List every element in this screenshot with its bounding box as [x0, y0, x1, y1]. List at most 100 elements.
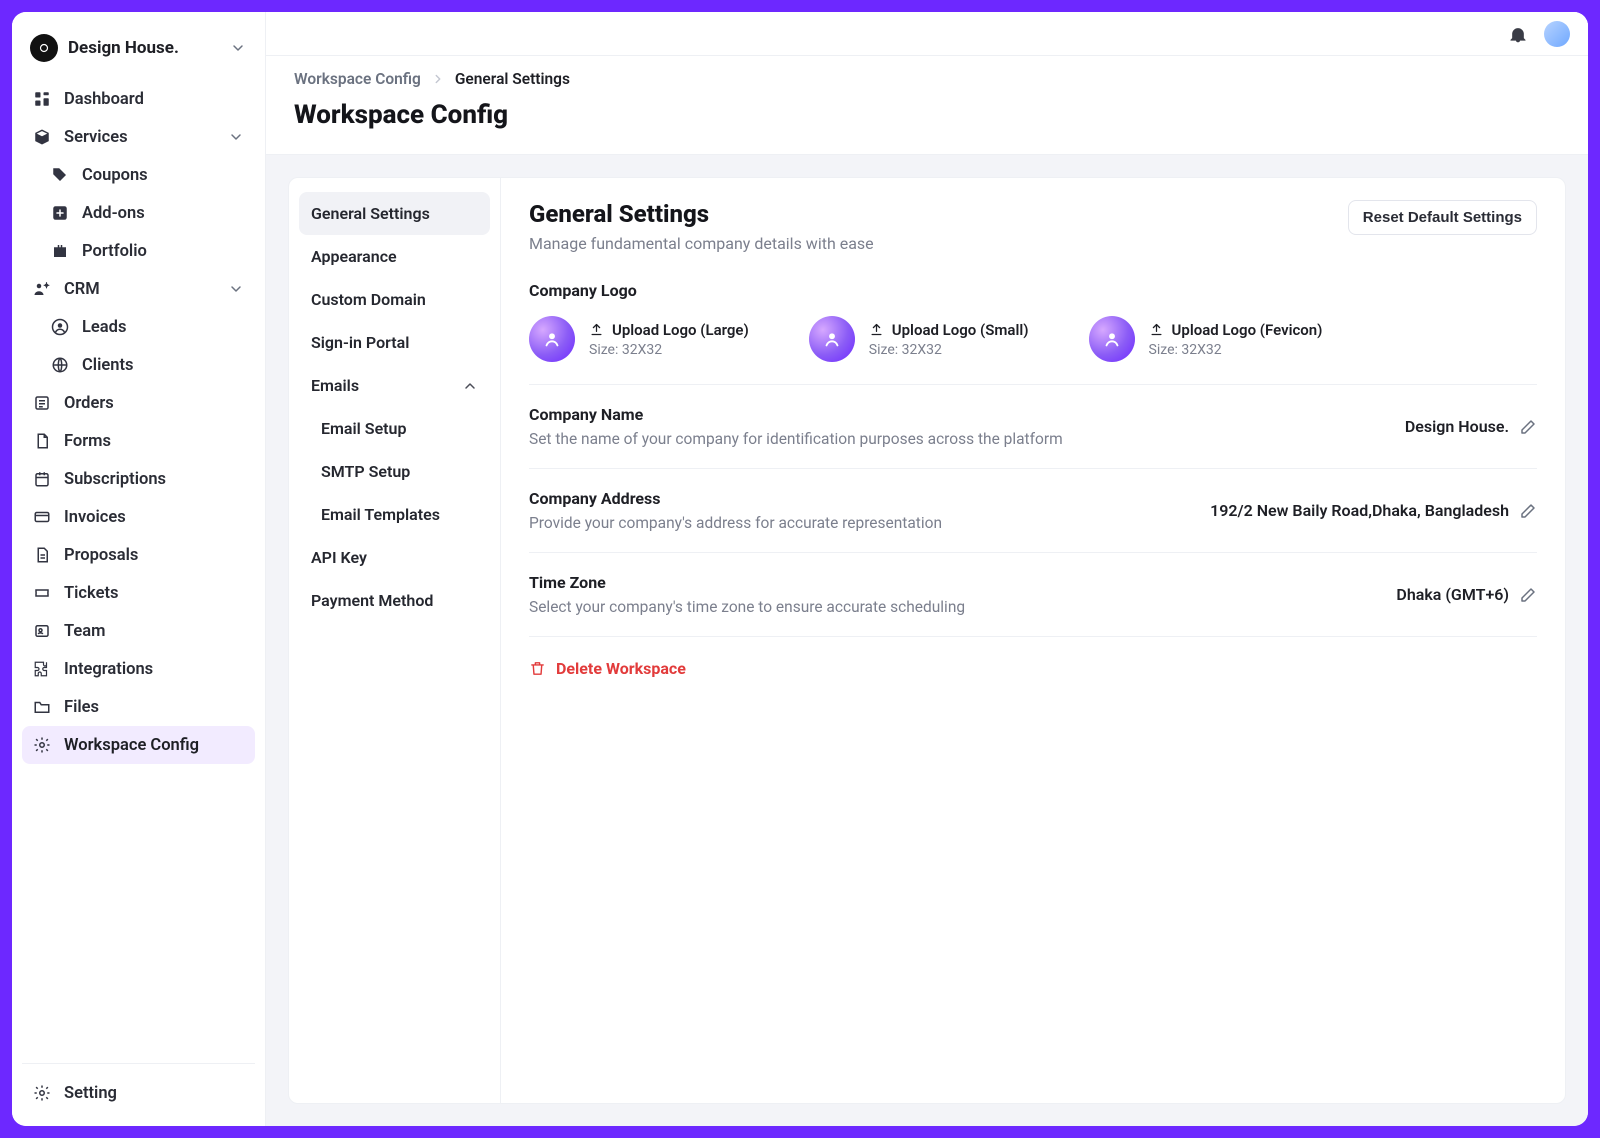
settings-panel: General Settings Appearance Custom Domai…: [288, 177, 1566, 1104]
tab-api-key[interactable]: API Key: [299, 536, 490, 579]
dashboard-icon: [32, 89, 52, 109]
settings-header: General Settings Manage fundamental comp…: [529, 200, 1537, 253]
sidebar-item-label: Clients: [82, 356, 133, 375]
tab-custom-domain[interactable]: Custom Domain: [299, 278, 490, 321]
tab-label: Emails: [311, 376, 359, 395]
sidebar-item-addons[interactable]: Add-ons: [22, 194, 255, 232]
sidebar-item-label: CRM: [64, 280, 100, 299]
plus-square-icon: [50, 203, 70, 223]
delete-workspace-button[interactable]: Delete Workspace: [529, 659, 1537, 678]
globe-icon: [50, 355, 70, 375]
sidebar-item-clients[interactable]: Clients: [22, 346, 255, 384]
field-company-name: Company Name Set the name of your compan…: [529, 385, 1537, 469]
edit-icon[interactable]: [1519, 502, 1537, 520]
upload-icon: [589, 322, 604, 337]
sidebar-item-crm[interactable]: CRM: [22, 270, 255, 308]
bell-icon[interactable]: [1508, 24, 1528, 44]
breadcrumb-current: General Settings: [455, 70, 570, 88]
settings-tabs: General Settings Appearance Custom Domai…: [289, 178, 501, 1103]
logo-size-label: Size: 32X32: [1149, 342, 1323, 358]
avatar[interactable]: [1544, 21, 1570, 47]
page-header: Workspace Config General Settings Worksp…: [266, 56, 1588, 155]
sidebar-item-files[interactable]: Files: [22, 688, 255, 726]
user-circle-icon: [50, 317, 70, 337]
sidebar-item-invoices[interactable]: Invoices: [22, 498, 255, 536]
reset-default-button[interactable]: Reset Default Settings: [1348, 200, 1537, 235]
logo-preview-icon: [529, 316, 575, 362]
section-company-logo: Company Logo Upload Logo (Large): [529, 281, 1537, 385]
tag-icon: [50, 165, 70, 185]
sidebar-item-orders[interactable]: Orders: [22, 384, 255, 422]
workspace-switcher[interactable]: Design House.: [22, 24, 255, 76]
tab-general-settings[interactable]: General Settings: [299, 192, 490, 235]
tab-label: Custom Domain: [311, 290, 426, 309]
tab-email-setup[interactable]: Email Setup: [299, 407, 490, 450]
edit-icon[interactable]: [1519, 586, 1537, 604]
sidebar-item-label: Integrations: [64, 660, 153, 679]
breadcrumb: Workspace Config General Settings: [294, 70, 1560, 88]
workspace-logo-icon: [30, 34, 58, 62]
trash-icon: [529, 660, 546, 677]
sidebar-item-forms[interactable]: Forms: [22, 422, 255, 460]
sidebar-item-setting[interactable]: Setting: [22, 1074, 255, 1112]
upload-logo-favicon-button[interactable]: Upload Logo (Fevicon): [1149, 321, 1323, 339]
tab-payment-method[interactable]: Payment Method: [299, 579, 490, 622]
field-description: Select your company's time zone to ensur…: [529, 598, 965, 616]
sidebar-item-label: Add-ons: [82, 204, 145, 223]
sidebar-item-coupons[interactable]: Coupons: [22, 156, 255, 194]
sidebar-item-team[interactable]: Team: [22, 612, 255, 650]
breadcrumb-item[interactable]: Workspace Config: [294, 70, 421, 88]
field-timezone: Time Zone Select your company's time zon…: [529, 553, 1537, 637]
upload-logo-small-button[interactable]: Upload Logo (Small): [869, 321, 1029, 339]
field-value: Dhaka (GMT+6): [1396, 585, 1509, 604]
tab-signin-portal[interactable]: Sign-in Portal: [299, 321, 490, 364]
users-gear-icon: [32, 279, 52, 299]
delete-workspace-label: Delete Workspace: [556, 659, 686, 678]
upload-icon: [1149, 322, 1164, 337]
sidebar-item-label: Tickets: [64, 584, 119, 603]
tab-email-templates[interactable]: Email Templates: [299, 493, 490, 536]
sidebar-item-proposals[interactable]: Proposals: [22, 536, 255, 574]
sidebar-item-label: Services: [64, 128, 128, 147]
sidebar-item-services[interactable]: Services: [22, 118, 255, 156]
field-description: Set the name of your company for identif…: [529, 430, 1063, 448]
ticket-icon: [32, 583, 52, 603]
tab-smtp-setup[interactable]: SMTP Setup: [299, 450, 490, 493]
field-description: Provide your company's address for accur…: [529, 514, 942, 532]
sidebar-item-subscriptions[interactable]: Subscriptions: [22, 460, 255, 498]
tab-label: Sign-in Portal: [311, 333, 409, 352]
sidebar-item-label: Dashboard: [64, 90, 144, 109]
sidebar-item-tickets[interactable]: Tickets: [22, 574, 255, 612]
chevron-down-icon: [227, 280, 245, 298]
sidebar-item-label: Forms: [64, 432, 111, 451]
box-icon: [32, 127, 52, 147]
sidebar-item-dashboard[interactable]: Dashboard: [22, 80, 255, 118]
upload-label: Upload Logo (Small): [892, 321, 1029, 339]
tab-appearance[interactable]: Appearance: [299, 235, 490, 278]
sidebar-item-label: Team: [64, 622, 105, 641]
tab-label: SMTP Setup: [321, 462, 410, 481]
chevron-down-icon: [227, 128, 245, 146]
field-value: Design House.: [1405, 417, 1509, 436]
sidebar-item-label: Workspace Config: [64, 736, 199, 755]
tab-label: Appearance: [311, 247, 397, 266]
main-column: Workspace Config General Settings Worksp…: [266, 12, 1588, 1126]
logo-upload-favicon: Upload Logo (Fevicon) Size: 32X32: [1089, 316, 1323, 362]
tab-label: Payment Method: [311, 591, 433, 610]
gear-icon: [32, 1083, 52, 1103]
sidebar-item-portfolio[interactable]: Portfolio: [22, 232, 255, 270]
field-company-address: Company Address Provide your company's a…: [529, 469, 1537, 553]
upload-icon: [869, 322, 884, 337]
edit-icon[interactable]: [1519, 418, 1537, 436]
list-icon: [32, 393, 52, 413]
logo-size-label: Size: 32X32: [589, 342, 749, 358]
chevron-right-icon: [431, 72, 445, 86]
sidebar-item-workspace-config[interactable]: Workspace Config: [22, 726, 255, 764]
sidebar-nav: Dashboard Services Coupons: [22, 76, 255, 1063]
sidebar-item-leads[interactable]: Leads: [22, 308, 255, 346]
gear-icon: [32, 735, 52, 755]
upload-logo-large-button[interactable]: Upload Logo (Large): [589, 321, 749, 339]
sidebar-item-integrations[interactable]: Integrations: [22, 650, 255, 688]
tab-emails[interactable]: Emails: [299, 364, 490, 407]
content: General Settings Appearance Custom Domai…: [266, 155, 1588, 1126]
